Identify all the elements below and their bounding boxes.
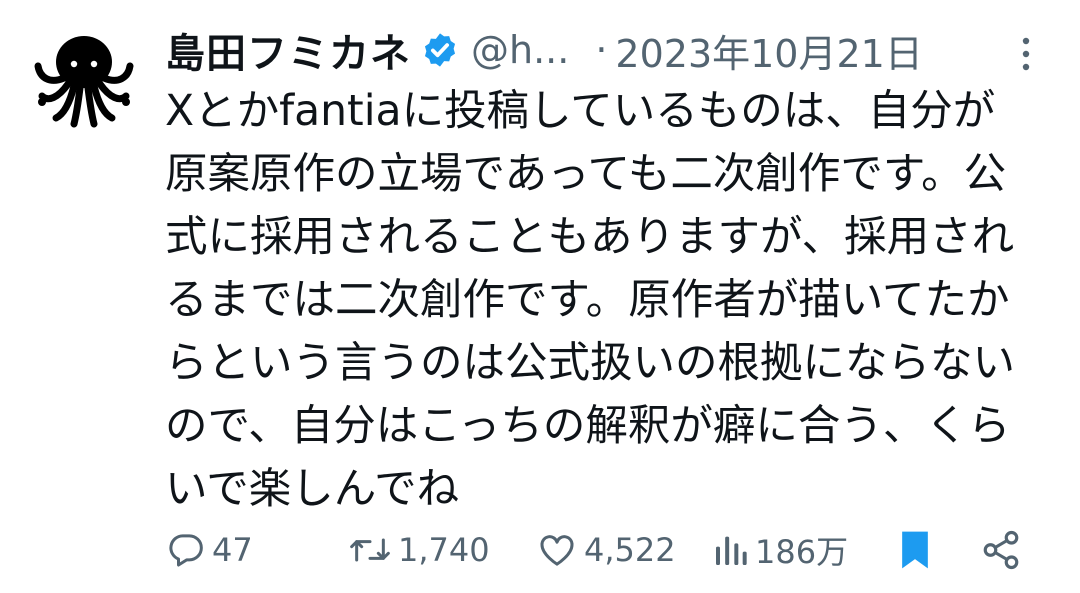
author-display-name[interactable]: 島田フミカネ	[165, 21, 411, 79]
reply-icon	[169, 534, 203, 567]
tweet-timestamp[interactable]: 2023年10月21日	[615, 23, 922, 78]
tweet-actions: 47 1,740 4,522 186万	[0, 520, 1080, 580]
heart-icon	[540, 535, 574, 566]
retweet-button[interactable]: 1,740	[348, 520, 490, 580]
retweet-count: 1,740	[398, 531, 490, 569]
verified-badge-icon[interactable]	[421, 31, 459, 69]
author-handle[interactable]: @h...	[471, 28, 569, 72]
views-button[interactable]: 186万	[713, 520, 848, 580]
header-separator: ·	[595, 28, 608, 72]
bookmark-icon	[902, 531, 928, 569]
share-button[interactable]	[980, 520, 1022, 580]
author-avatar[interactable]	[30, 22, 138, 130]
octopus-avatar-icon	[34, 36, 134, 128]
like-button[interactable]: 4,522	[536, 520, 676, 580]
like-count: 4,522	[584, 531, 676, 569]
share-icon	[983, 530, 1019, 570]
tweet: 島田フミカネ @h... · 2023年10月21日 Xとかfantiaに投稿し…	[0, 0, 1080, 593]
retweet-icon	[350, 538, 390, 562]
more-options-icon[interactable]	[1014, 34, 1038, 74]
views-icon	[716, 536, 747, 565]
reply-button[interactable]: 47	[166, 520, 253, 580]
views-count: 186万	[755, 533, 849, 571]
tweet-header: 島田フミカネ @h... · 2023年10月21日	[165, 22, 923, 78]
reply-count: 47	[212, 531, 253, 569]
tweet-text: Xとかfantiaに投稿しているものは、自分が 原案原作の立場であっても二次創作…	[165, 87, 1016, 514]
bookmark-button[interactable]	[896, 520, 934, 580]
